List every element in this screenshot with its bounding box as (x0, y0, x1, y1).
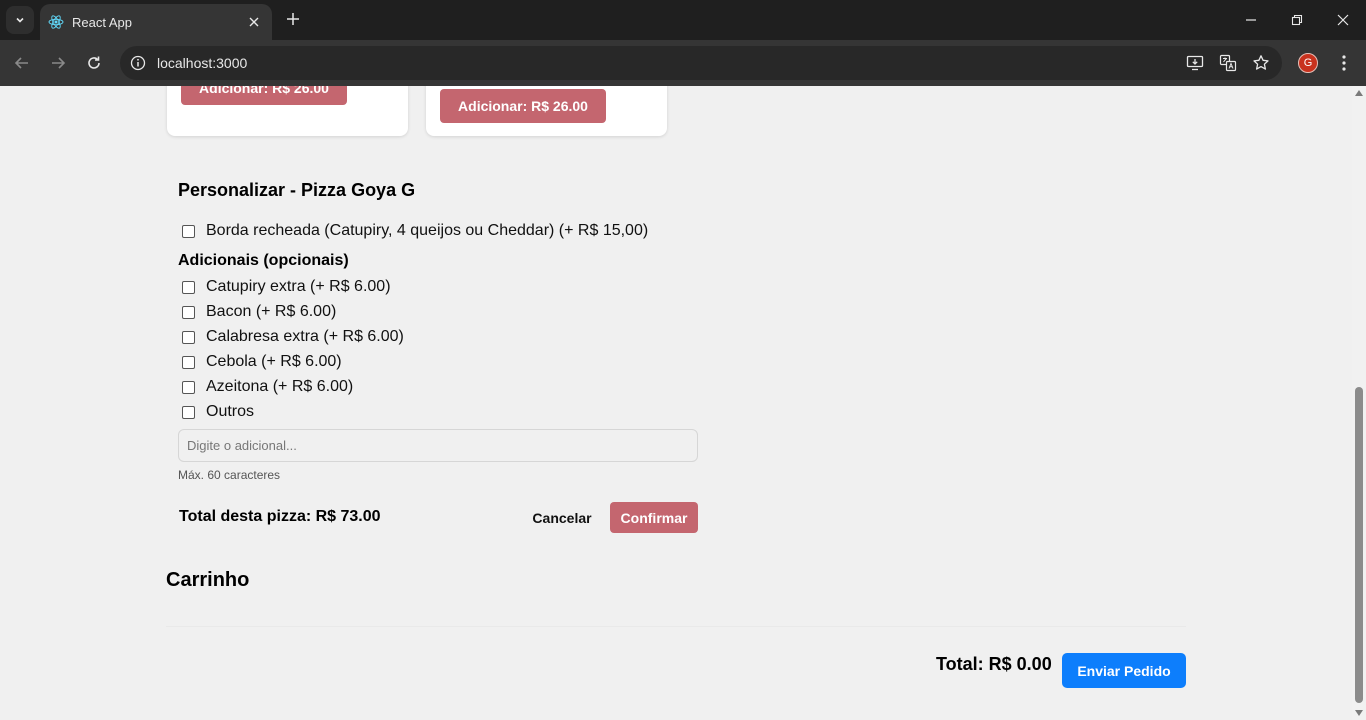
extra-checkbox[interactable] (182, 380, 195, 394)
minimize-icon (1246, 19, 1256, 21)
extra-checkbox[interactable] (182, 280, 195, 294)
reload-button[interactable] (82, 51, 106, 75)
scrollbar-thumb[interactable] (1355, 387, 1363, 703)
restore-button[interactable] (1274, 0, 1320, 40)
pizza-total: Total desta pizza: R$ 73.00 (179, 508, 381, 525)
extra-checkbox[interactable] (182, 355, 195, 369)
close-tab-icon[interactable] (246, 14, 262, 30)
scroll-down-arrow-icon[interactable] (1355, 710, 1363, 716)
browser-tab[interactable]: React App (40, 4, 272, 40)
crust-checkbox[interactable] (182, 224, 195, 238)
product-card: Adicionar: R$ 26.00 (167, 86, 408, 136)
crust-option-label: Borda recheada (Catupiry, 4 queijos ou C… (206, 222, 649, 239)
tab-search-button[interactable] (6, 6, 34, 34)
send-order-button[interactable]: Enviar Pedido (1062, 653, 1186, 688)
chevron-down-icon (16, 17, 24, 23)
scroll-up-arrow-icon[interactable] (1355, 90, 1363, 96)
close-icon (1337, 14, 1349, 26)
address-bar[interactable]: localhost:3000 (120, 46, 1282, 80)
extra-option-outros[interactable]: Outros (182, 403, 254, 421)
browser-tab-bar: React App (0, 0, 1366, 40)
extra-option-calabresa[interactable]: Calabresa extra (+ R$ 6.00) (182, 328, 404, 346)
extra-checkbox[interactable] (182, 330, 195, 344)
page-viewport: Adicionar: R$ 26.00 Adicionar: R$ 26.00 … (0, 86, 1352, 720)
extra-checkbox[interactable] (182, 405, 195, 419)
cart-title: Carrinho (166, 569, 250, 591)
extra-option-azeitona[interactable]: Azeitona (+ R$ 6.00) (182, 378, 353, 396)
char-limit-hint: Máx. 60 caracteres (178, 468, 281, 482)
more-vertical-icon (1342, 55, 1346, 71)
window-controls (1228, 0, 1366, 40)
translate-icon[interactable] (1216, 51, 1240, 75)
confirm-button[interactable]: Confirmar (610, 502, 698, 533)
add-to-cart-button[interactable]: Adicionar: R$ 26.00 (440, 89, 606, 123)
extra-option-label: Cebola (+ R$ 6.00) (206, 353, 342, 370)
vertical-scrollbar[interactable] (1352, 86, 1366, 720)
new-tab-button[interactable] (282, 8, 304, 30)
bookmark-star-icon[interactable] (1249, 51, 1273, 75)
other-extra-input[interactable] (178, 429, 698, 462)
profile-avatar[interactable]: G (1298, 53, 1318, 73)
url-text: localhost:3000 (157, 55, 248, 71)
site-info-icon[interactable] (126, 51, 150, 75)
forward-button[interactable] (46, 51, 70, 75)
tab-title: React App (72, 14, 132, 30)
arrow-right-icon (52, 57, 66, 69)
extra-option-bacon[interactable]: Bacon (+ R$ 6.00) (182, 303, 336, 321)
close-window-button[interactable] (1320, 0, 1366, 40)
install-app-icon[interactable] (1183, 51, 1207, 75)
back-button[interactable] (10, 51, 34, 75)
reload-icon (88, 56, 100, 69)
cancel-button[interactable]: Cancelar (522, 502, 602, 533)
divider (166, 626, 1186, 627)
plus-icon (287, 13, 299, 25)
restore-icon (1291, 14, 1303, 26)
browser-toolbar: localhost:3000 G (0, 40, 1366, 86)
react-logo-icon (48, 14, 64, 30)
cart-total: Total: R$ 0.00 (936, 654, 1052, 674)
add-to-cart-button[interactable]: Adicionar: R$ 26.00 (181, 86, 347, 105)
crust-option[interactable]: Borda recheada (Catupiry, 4 queijos ou C… (182, 222, 648, 240)
product-card: Adicionar: R$ 26.00 (426, 86, 667, 136)
extra-option-cebola[interactable]: Cebola (+ R$ 6.00) (182, 353, 342, 371)
browser-menu-button[interactable] (1334, 51, 1354, 75)
extra-option-label: Azeitona (+ R$ 6.00) (206, 378, 354, 395)
extra-option-label: Calabresa extra (+ R$ 6.00) (206, 328, 404, 345)
minimize-button[interactable] (1228, 0, 1274, 40)
customize-title: Personalizar - Pizza Goya G (178, 180, 416, 200)
arrow-left-icon (14, 57, 28, 69)
extra-option-label: Bacon (+ R$ 6.00) (206, 303, 337, 320)
extra-option-catupiry[interactable]: Catupiry extra (+ R$ 6.00) (182, 278, 391, 296)
extra-option-label: Outros (206, 403, 255, 420)
extra-option-label: Catupiry extra (+ R$ 6.00) (206, 278, 391, 295)
extra-checkbox[interactable] (182, 305, 195, 319)
extras-heading: Adicionais (opcionais) (178, 252, 349, 269)
